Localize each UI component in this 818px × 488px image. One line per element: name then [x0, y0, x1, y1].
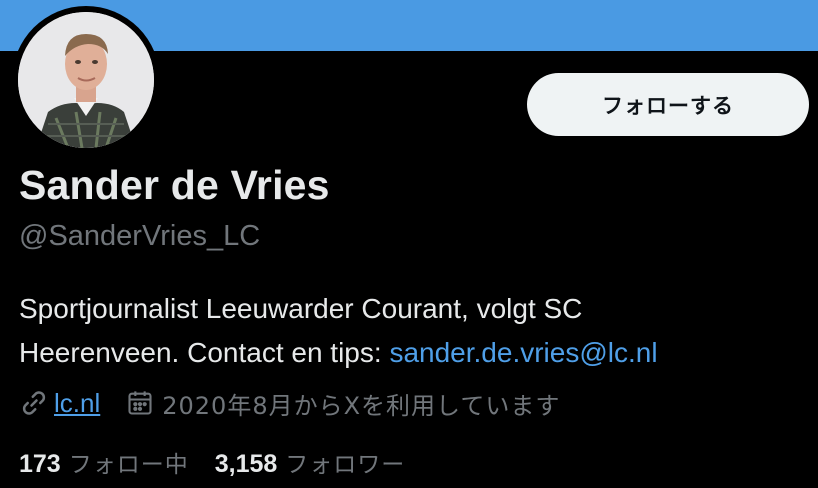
- join-date: 2020年8月からXを利用しています: [162, 391, 561, 420]
- following-label: フォロー中: [68, 452, 189, 478]
- avatar-photo: [18, 12, 154, 148]
- followers-count: 3,158: [214, 450, 278, 478]
- avatar[interactable]: [18, 12, 154, 148]
- calendar-icon: [126, 389, 154, 417]
- followers-label: フォロワー: [285, 452, 406, 478]
- followers-link[interactable]: 3,158 フォロワー: [215, 445, 406, 479]
- bio-line: Heerenveen. Contact en tips: sander.de.v…: [19, 331, 809, 375]
- following-link[interactable]: 173 フォロー中: [19, 445, 189, 479]
- profile-bio: Sportjournalist Leeuwarder Courant, volg…: [19, 287, 809, 375]
- following-count: 173: [19, 450, 61, 478]
- follow-button[interactable]: フォローする: [527, 73, 809, 136]
- bio-line: Sportjournalist Leeuwarder Courant, volg…: [19, 293, 583, 324]
- link-icon: [19, 388, 49, 418]
- bio-text: Heerenveen. Contact en tips:: [19, 337, 390, 368]
- website-link[interactable]: lc.nl: [54, 388, 100, 419]
- bio-email-link[interactable]: sander.de.vries@lc.nl: [389, 337, 657, 368]
- avatar-ring: [12, 6, 160, 154]
- display-name: Sander de Vries: [19, 162, 330, 208]
- follow-stats: 173 フォロー中 3,158 フォロワー: [19, 444, 405, 480]
- user-handle: @SanderVries_LC: [19, 220, 261, 252]
- profile-meta: lc.nl 2020年8月からXを利用しています: [19, 385, 560, 421]
